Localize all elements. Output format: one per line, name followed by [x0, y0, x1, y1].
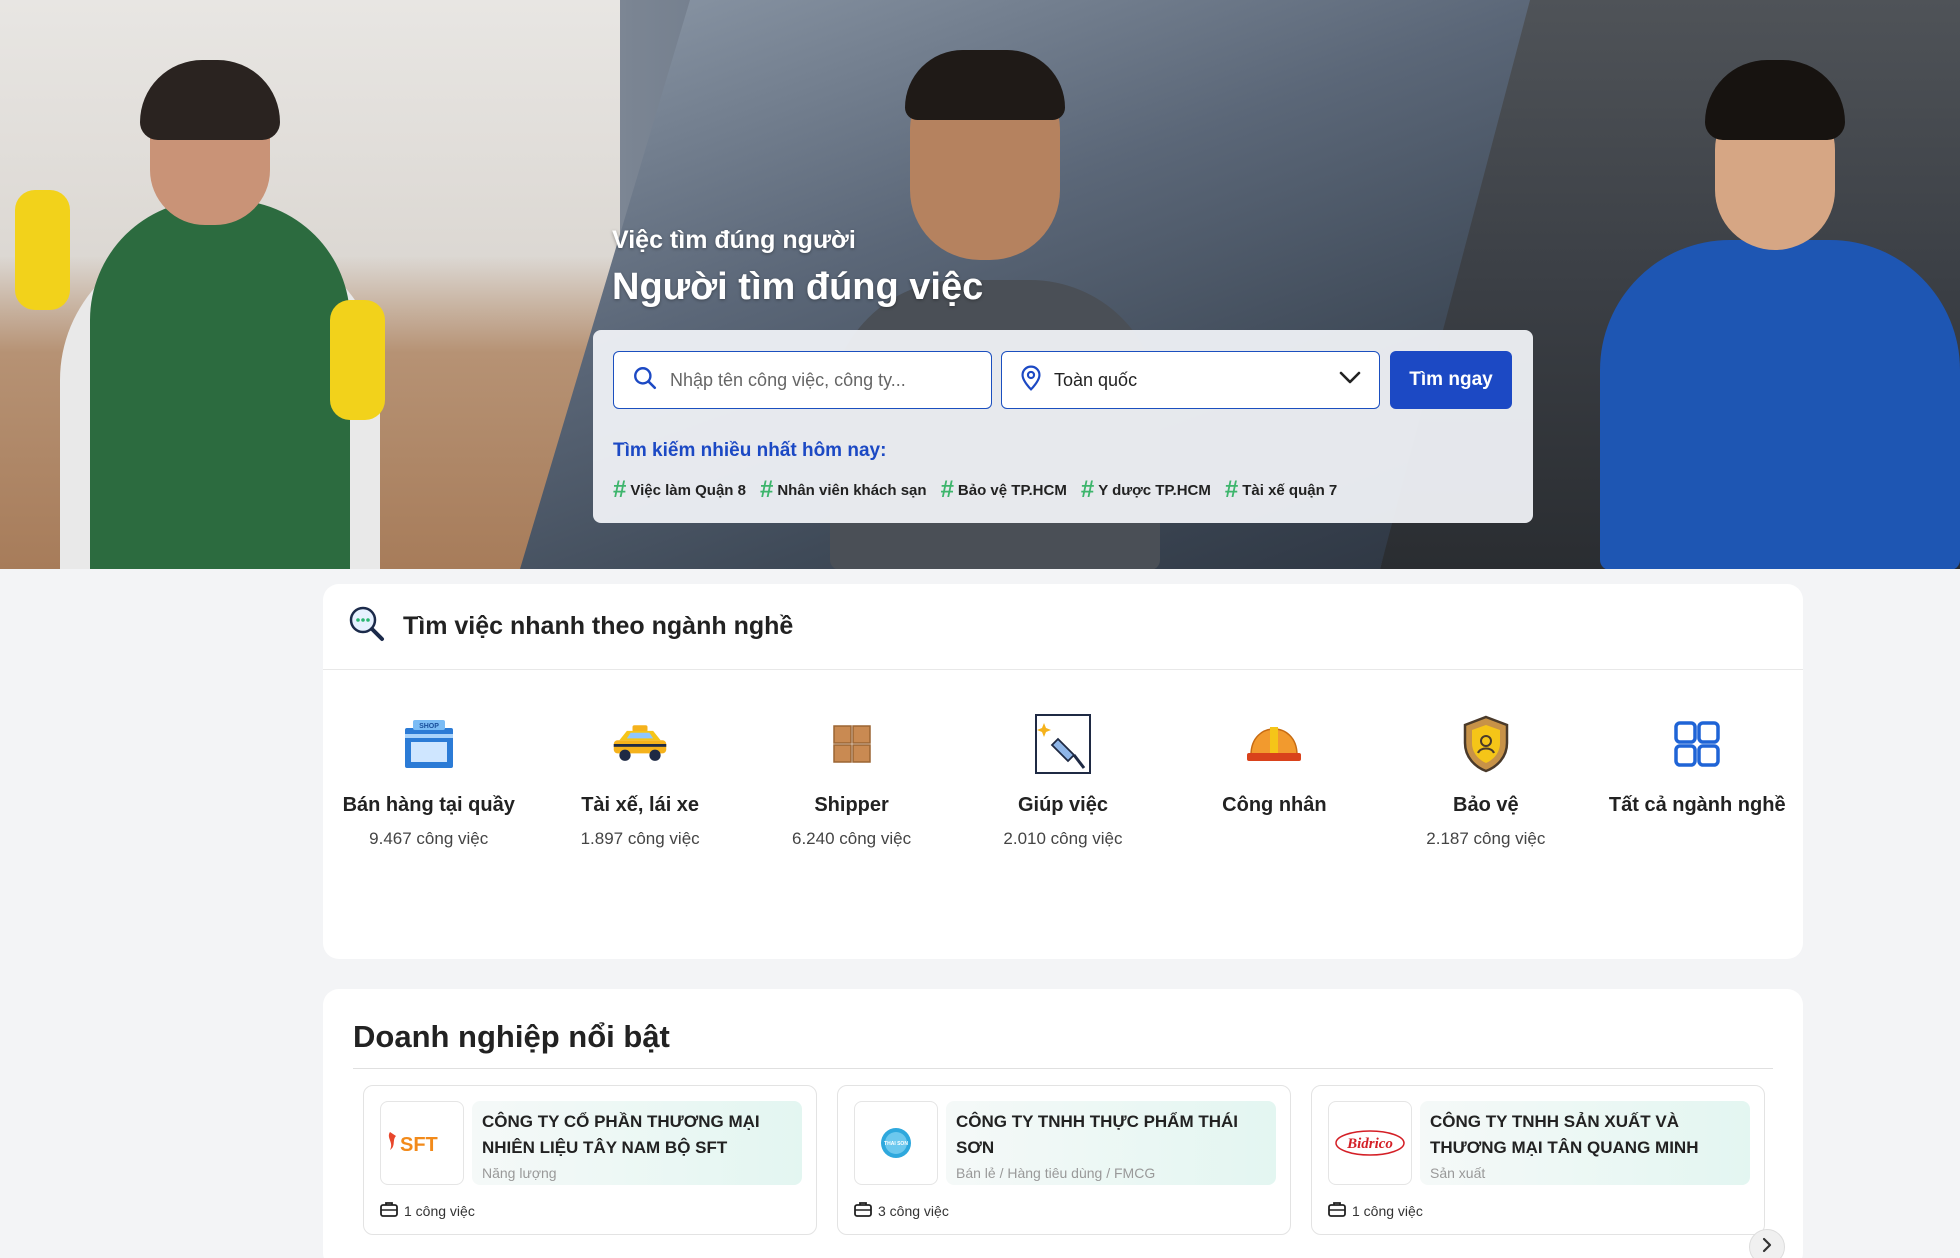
- category-item-shipper[interactable]: Shipper 6.240 công việc: [746, 714, 957, 849]
- boxes-icon: [822, 714, 882, 774]
- category-count: 2.010 công việc: [1003, 829, 1123, 848]
- category-name: Bảo vệ: [1453, 794, 1519, 816]
- cleaning-icon: [1033, 714, 1093, 774]
- glove-right: [330, 300, 385, 420]
- company-logo-text: SFT: [400, 1134, 438, 1156]
- hero-tagline: Việc tìm đúng người: [612, 226, 856, 254]
- hash-icon: #: [940, 476, 954, 503]
- hardhat-icon: [1244, 714, 1304, 774]
- chevron-right-icon: [1761, 1237, 1773, 1258]
- company-logo[interactable]: SFT: [380, 1101, 464, 1185]
- hash-icon: #: [1224, 476, 1239, 503]
- category-count: 9.467 công việc: [369, 829, 489, 848]
- company-name[interactable]: CÔNG TY CỔ PHẦN THƯƠNG MẠI NHIÊN LIỆU TÂ…: [482, 1109, 792, 1161]
- company-list: SFT CÔNG TY CỔ PHẦN THƯƠNG MẠI NHIÊN LIỆ…: [363, 1085, 1765, 1235]
- category-name: Giúp việc: [1017, 794, 1108, 816]
- trending-tag[interactable]: # Y dược TP.HCM: [1081, 478, 1211, 502]
- divider: [353, 1068, 1773, 1069]
- company-industry: Năng lượng: [482, 1165, 557, 1181]
- featured-companies-title: Doanh nghiệp nổi bật: [353, 1019, 670, 1054]
- location-pin-icon: [1020, 365, 1042, 396]
- search-chat-icon: [347, 604, 387, 649]
- category-header: Tìm việc nhanh theo ngành nghề: [323, 584, 1803, 670]
- category-count: 2.187 công việc: [1426, 829, 1546, 848]
- briefcase-icon: [380, 1201, 398, 1220]
- trending-tag[interactable]: # Tài xế quận 7: [1225, 478, 1337, 502]
- hash-icon: #: [759, 476, 774, 503]
- trending-title: Tìm kiếm nhiều nhất hôm nay:: [613, 440, 887, 461]
- company-name[interactable]: CÔNG TY TNHH SẢN XUẤT VÀ THƯƠNG MẠI TÂN …: [1430, 1109, 1740, 1161]
- search-panel: Toàn quốc Tìm ngay Tìm kiếm nhiều nhất h…: [593, 330, 1533, 523]
- taxi-icon: [610, 714, 670, 774]
- company-logo-text: THAI SON: [884, 1141, 908, 1147]
- category-item-all[interactable]: Tất cả ngành nghề: [1592, 714, 1803, 849]
- search-button[interactable]: Tìm ngay: [1390, 351, 1512, 409]
- trending-tags: # Việc làm Quận 8 # Nhân viên khách sạn # B…: [613, 478, 1337, 502]
- company-industry: Sản xuất: [1430, 1165, 1486, 1181]
- company-card[interactable]: SFT CÔNG TY CỔ PHẦN THƯƠNG MẠI NHIÊN LIỆ…: [363, 1085, 817, 1235]
- category-name: Bán hàng tại quầy: [342, 794, 515, 816]
- company-jobs: 1 công việc: [1328, 1201, 1423, 1220]
- hero-banner: Việc tìm đúng người Người tìm đúng việc …: [0, 0, 1960, 569]
- company-jobs-count: 3 công việc: [878, 1202, 949, 1219]
- company-logo[interactable]: THAI SON: [854, 1101, 938, 1185]
- briefcase-icon: [854, 1201, 872, 1220]
- category-item-worker[interactable]: Công nhân: [1169, 714, 1380, 849]
- category-count: 6.240 công việc: [792, 829, 912, 848]
- category-item-security[interactable]: Bảo vệ 2.187 công việc: [1380, 714, 1591, 849]
- company-info: CÔNG TY CỔ PHẦN THƯƠNG MẠI NHIÊN LIỆU TÂ…: [472, 1101, 802, 1185]
- hero-headline: Người tìm đúng việc: [612, 266, 984, 308]
- category-name: Tài xế, lái xe: [581, 794, 700, 816]
- hash-icon: #: [1080, 476, 1095, 503]
- driver-hair: [905, 50, 1065, 120]
- trending-tag[interactable]: # Việc làm Quận 8: [613, 478, 746, 502]
- category-name: Shipper: [814, 794, 889, 816]
- category-section: Tìm việc nhanh theo ngành nghề SHOP Bán …: [323, 584, 1803, 959]
- location-select[interactable]: Toàn quốc: [1001, 351, 1380, 409]
- company-info: CÔNG TY TNHH SẢN XUẤT VÀ THƯƠNG MẠI TÂN …: [1420, 1101, 1750, 1185]
- grid-icon: [1667, 714, 1727, 774]
- hash-icon: #: [613, 476, 627, 503]
- glove-left: [15, 190, 70, 310]
- search-icon: [632, 365, 658, 396]
- company-jobs-count: 1 công việc: [404, 1202, 475, 1219]
- category-count: 1.897 công việc: [580, 829, 700, 848]
- category-list: SHOP Bán hàng tại quầy 9.467 công việc T…: [323, 714, 1803, 849]
- category-item-housekeeping[interactable]: Giúp việc 2.010 công việc: [957, 714, 1168, 849]
- company-card[interactable]: THAI SON CÔNG TY TNHH THỰC PHẨM THÁI SƠN…: [837, 1085, 1291, 1235]
- trending-tag[interactable]: # Bảo vệ TP.HCM: [941, 478, 1067, 502]
- category-item-driver[interactable]: Tài xế, lái xe 1.897 công việc: [534, 714, 745, 849]
- search-input-box[interactable]: [613, 351, 992, 409]
- housekeeper-apron: [90, 200, 350, 569]
- chevron-down-icon: [1339, 371, 1361, 390]
- company-card[interactable]: Bidrico CÔNG TY TNHH SẢN XUẤT VÀ THƯƠNG …: [1311, 1085, 1765, 1235]
- search-input[interactable]: [670, 369, 970, 391]
- category-item-retail[interactable]: SHOP Bán hàng tại quầy 9.467 công việc: [323, 714, 534, 849]
- company-name[interactable]: CÔNG TY TNHH THỰC PHẨM THÁI SƠN: [956, 1109, 1266, 1161]
- mechanic-figure: [1600, 240, 1960, 569]
- location-value: Toàn quốc: [1054, 369, 1138, 390]
- company-info: CÔNG TY TNHH THỰC PHẨM THÁI SƠN Bán lẻ /…: [946, 1101, 1276, 1185]
- company-logo[interactable]: Bidrico: [1328, 1101, 1412, 1185]
- briefcase-icon: [1328, 1201, 1346, 1220]
- company-industry: Bán lẻ / Hàng tiêu dùng / FMCG: [956, 1165, 1156, 1181]
- company-jobs-count: 1 công việc: [1352, 1202, 1423, 1219]
- category-name: Công nhân: [1222, 794, 1327, 816]
- company-logo-text: Bidrico: [1346, 1136, 1393, 1152]
- category-title: Tìm việc nhanh theo ngành nghề: [403, 612, 794, 640]
- category-name: Tất cả ngành nghề: [1608, 794, 1786, 816]
- carousel-next-button[interactable]: [1749, 1229, 1785, 1258]
- featured-companies-section: Doanh nghiệp nổi bật SFT CÔNG TY CỔ PHẦN…: [323, 989, 1803, 1258]
- shop-icon: SHOP: [399, 714, 459, 774]
- trending-tag[interactable]: # Nhân viên khách sạn: [760, 478, 927, 502]
- company-jobs: 3 công việc: [854, 1201, 949, 1220]
- shield-icon: [1456, 714, 1516, 774]
- company-jobs: 1 công việc: [380, 1201, 475, 1220]
- svg-text:SHOP: SHOP: [419, 723, 439, 730]
